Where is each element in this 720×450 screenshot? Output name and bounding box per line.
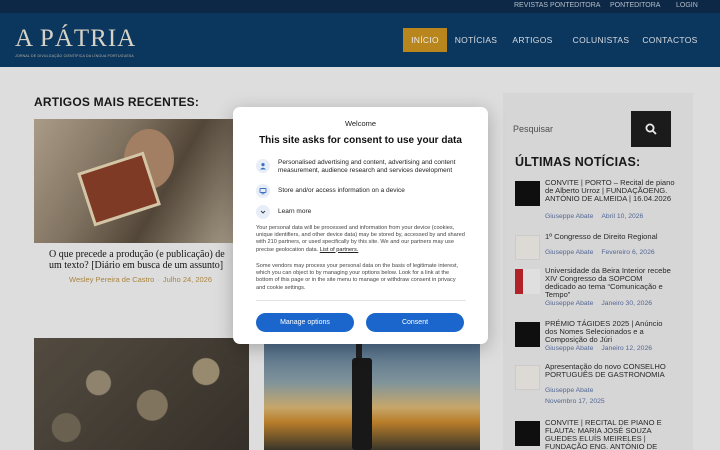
consent-body-1: Your personal data will be processed and… xyxy=(256,225,465,253)
consent-body-2: Some vendors may process your personal d… xyxy=(256,263,459,291)
partners-link[interactable]: List of partners. xyxy=(320,247,359,253)
consent-title: This site asks for consent to use your d… xyxy=(259,135,462,146)
device-icon xyxy=(256,184,270,198)
chevron-down-icon xyxy=(256,205,270,219)
consent-dialog: Welcome This site asks for consent to us… xyxy=(233,107,488,344)
divider xyxy=(256,300,466,301)
person-icon xyxy=(256,159,270,173)
consent-button[interactable]: Consent xyxy=(366,313,464,332)
consent-brand: Welcome xyxy=(344,119,377,128)
manage-options-button[interactable]: Manage options xyxy=(256,313,354,332)
